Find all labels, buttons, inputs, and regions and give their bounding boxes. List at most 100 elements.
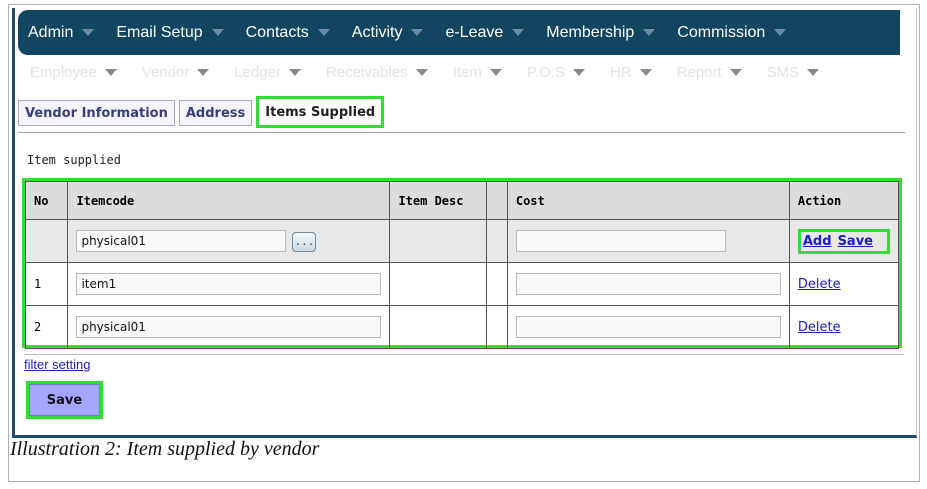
subnav-label: Ledger [234,63,281,81]
header-cost: Cost [506,181,790,220]
nav-eleave[interactable]: e-Leave [445,23,525,42]
save-button-highlight: Save [26,381,103,419]
top-navigation: Admin Email Setup Contacts Activity e-Le… [18,10,900,55]
nav-label: Activity [351,23,403,41]
nav-label: Commission [677,23,766,41]
chevron-down-icon [639,68,652,76]
subnav-hr[interactable]: HR [610,64,652,81]
add-link[interactable]: Add [803,234,832,249]
cell-cost [506,305,790,349]
cell-cost [506,219,790,263]
chevron-down-icon [729,68,742,76]
subnav-label: Report [676,63,722,81]
cell-desc [389,262,488,306]
chevron-down-icon [317,29,330,36]
cell-no [24,219,69,263]
table-row: 1 Delete [24,262,900,306]
chevron-down-icon [807,68,820,76]
chevron-down-icon [489,68,502,76]
nav-label: Admin [28,23,74,41]
subnav-employee[interactable]: Employee [30,64,117,81]
subnav-label: Vendor [141,63,190,81]
new-item-row: ... Add Save [24,219,900,263]
cost-input[interactable] [515,230,726,252]
cell-itemcode: ... [67,219,391,263]
table-row: 2 Delete [24,305,900,349]
cell-blank [486,219,508,263]
header-no: No [24,181,69,220]
subnav-label: Item [452,63,482,81]
subnav-label: SMS [766,63,800,81]
subnav-label: Employee [30,63,97,81]
filter-divider [24,354,904,355]
subnav-receivables[interactable]: Receivables [326,64,428,81]
chevron-down-icon [197,68,210,76]
nav-email-setup[interactable]: Email Setup [116,23,224,42]
delete-link[interactable]: Delete [798,320,841,335]
chevron-down-icon [211,29,224,36]
subnav-label: P.O.S [526,63,565,81]
chevron-down-icon [415,68,428,76]
filter-setting-link[interactable]: filter setting [24,357,90,372]
cost-input[interactable] [515,316,781,338]
browse-button[interactable]: ... [292,231,317,252]
chevron-down-icon [288,68,301,76]
action-highlight: Add Save [797,228,890,254]
table-header-row: No Itemcode Item Desc Cost Action [24,181,900,220]
cell-action: Delete [788,262,900,306]
chevron-down-icon [104,68,117,76]
chevron-down-icon [411,29,424,36]
nav-label: Contacts [245,23,309,41]
subnav-item[interactable]: Item [453,64,502,81]
header-itemcode: Itemcode [67,181,391,220]
nav-membership[interactable]: Membership [546,23,656,42]
cost-input[interactable] [515,273,781,295]
nav-activity[interactable]: Activity [352,24,424,42]
subnav-ledger[interactable]: Ledger [234,64,301,81]
items-table: No Itemcode Item Desc Cost Action ... A [24,181,900,349]
section-title: Item supplied [27,153,121,167]
nav-label: e-Leave [445,23,504,41]
header-action: Action [788,181,900,220]
tab-address[interactable]: Address [178,100,253,126]
cell-action: Delete [788,305,900,349]
tab-divider [18,132,905,133]
itemcode-input[interactable] [76,273,382,295]
cell-blank [486,305,508,349]
subnav-pos[interactable]: P.O.S [527,64,585,81]
tab-vendor-information[interactable]: Vendor Information [18,100,175,126]
nav-label: Membership [546,23,635,41]
chevron-down-icon [643,29,656,36]
items-table-highlight: No Itemcode Item Desc Cost Action ... A [22,178,902,349]
chevron-down-icon [512,29,525,36]
nav-admin[interactable]: Admin [28,23,95,42]
cell-no: 1 [24,262,69,306]
cell-no: 2 [24,305,69,349]
itemcode-input[interactable] [76,230,287,252]
header-blank [486,181,508,220]
chevron-down-icon [774,29,787,36]
figure-caption: Illustration 2: Item supplied by vendor [10,438,320,460]
cell-itemcode [67,262,391,306]
sub-navigation: Employee Vendor Ledger Receivables Item … [30,60,905,84]
save-button[interactable]: Save [29,384,100,416]
cell-itemcode [67,305,391,349]
nav-commission[interactable]: Commission [677,23,787,42]
subnav-vendor[interactable]: Vendor [142,64,210,81]
subnav-label: HR [609,63,632,81]
tab-items-supplied[interactable]: Items Supplied [256,96,385,128]
subnav-report[interactable]: Report [677,64,742,81]
subnav-sms[interactable]: SMS [767,64,820,81]
delete-link[interactable]: Delete [798,277,841,292]
cell-desc [389,305,488,349]
cell-action: Add Save [788,219,900,263]
cell-cost [506,262,790,306]
nav-contacts[interactable]: Contacts [246,24,330,42]
nav-label: Email Setup [116,23,203,41]
chevron-down-icon [572,68,585,76]
subnav-label: Receivables [325,63,408,81]
save-row-link[interactable]: Save [838,234,873,249]
itemcode-input[interactable] [76,316,382,338]
header-item-desc: Item Desc [389,181,488,220]
tab-bar: Vendor Information Address Items Supplie… [18,96,388,128]
